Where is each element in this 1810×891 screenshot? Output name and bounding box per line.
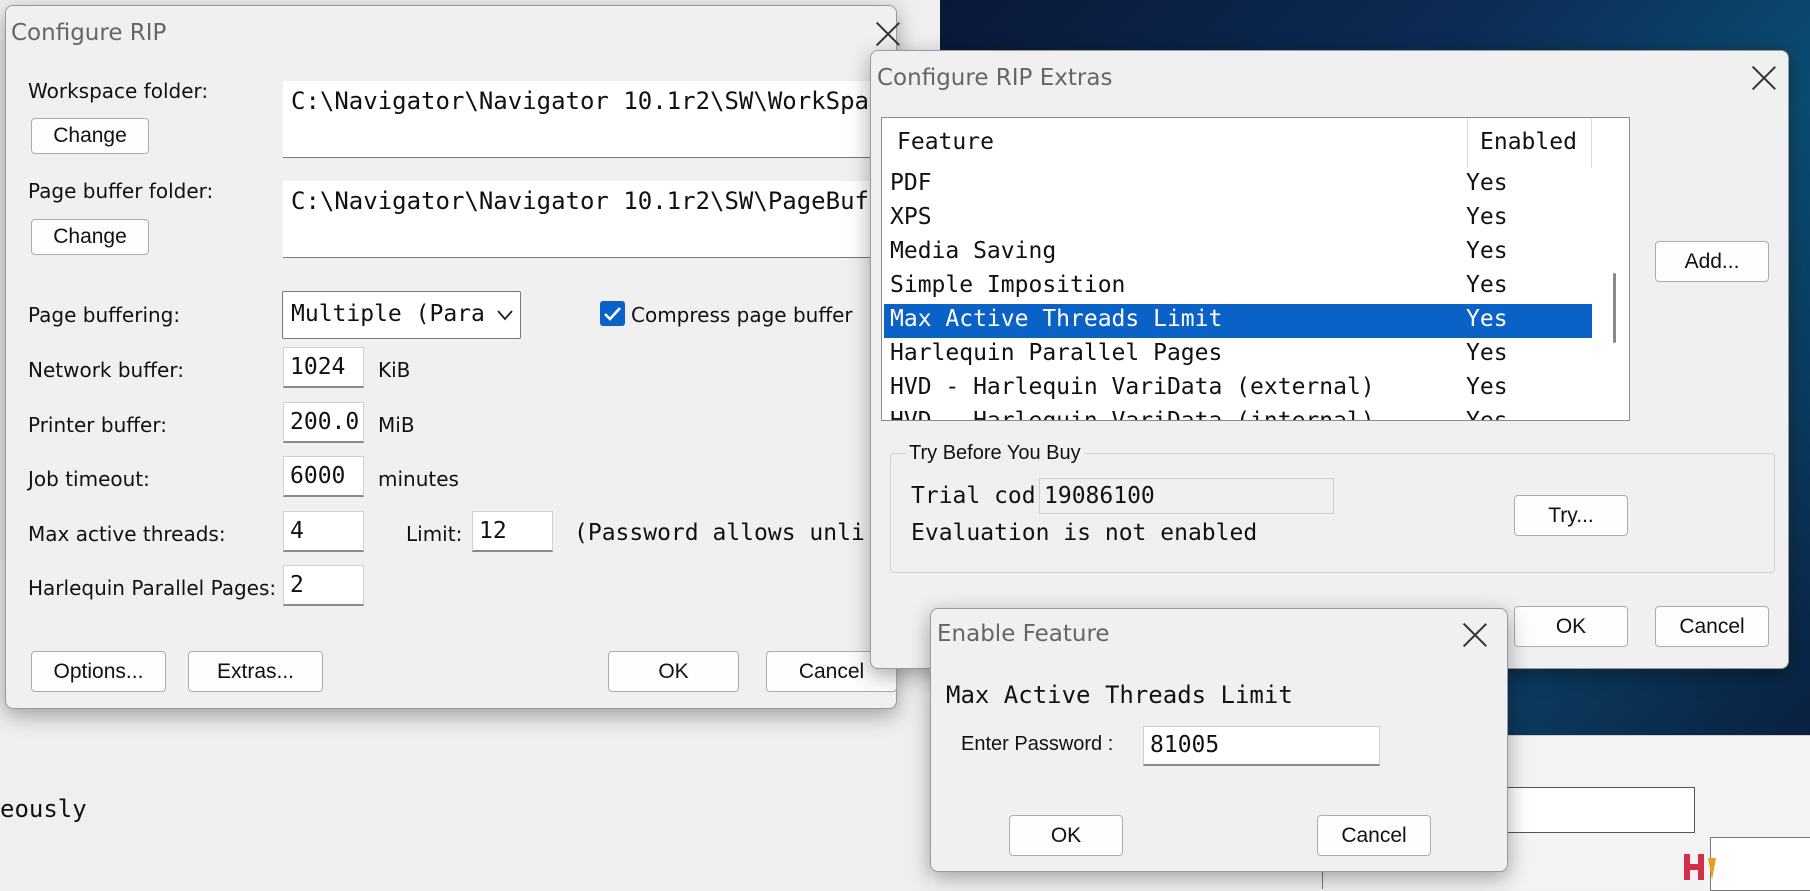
page-buffering-value: Multiple (Para — [291, 301, 485, 327]
network-unit: KiB — [378, 358, 411, 382]
background-text: eously — [0, 795, 87, 823]
compress-label: Compress page buffer — [631, 303, 853, 327]
pagebuffer-label: Page buffer folder: — [28, 179, 214, 203]
list-header: Feature Enabled — [882, 118, 1592, 168]
page-buffering-label: Page buffering: — [28, 303, 181, 327]
enabled-cell: Yes — [1466, 408, 1508, 421]
trial-code-field: 19086100 — [1039, 478, 1334, 514]
enabled-cell: Yes — [1466, 204, 1508, 230]
limit-input[interactable]: 12 — [472, 511, 553, 552]
watermark-logo — [1680, 848, 1810, 889]
feature-name: Max Active Threads Limit — [946, 681, 1293, 709]
printer-buffer-label: Printer buffer: — [28, 413, 167, 437]
job-timeout-input[interactable]: 6000 — [283, 456, 364, 497]
enabled-cell: Yes — [1466, 340, 1508, 366]
pagebuffer-path-field[interactable]: C:\Navigator\Navigator 10.1r2\SW\PageBuf… — [283, 181, 896, 258]
parallel-pages-label: Harlequin Parallel Pages: — [28, 576, 277, 600]
column-divider — [1591, 118, 1592, 168]
try-button[interactable]: Try... — [1514, 495, 1628, 536]
password-label: Enter Password : — [961, 733, 1114, 755]
max-threads-label: Max active threads: — [28, 522, 226, 546]
dialog-title: Enable Feature — [937, 621, 1110, 647]
ok-button[interactable]: OK — [608, 651, 739, 692]
feature-cell: Max Active Threads Limit — [890, 306, 1223, 332]
enabled-cell: Yes — [1466, 306, 1508, 332]
table-row[interactable]: Max Active Threads Limit Yes — [884, 304, 1592, 338]
column-divider — [1467, 118, 1468, 168]
table-row[interactable]: HVD - Harlequin VariData (external) Yes — [884, 372, 1592, 406]
workspace-change-button[interactable]: Change — [31, 118, 149, 154]
dialog-title: Configure RIP Extras — [877, 65, 1113, 91]
password-input[interactable]: 81005 — [1143, 726, 1380, 766]
feature-cell: Simple Imposition — [890, 272, 1126, 298]
network-buffer-label: Network buffer: — [28, 358, 184, 382]
table-row[interactable]: Harlequin Parallel Pages Yes — [884, 338, 1592, 372]
trial-group-label: Try Before You Buy — [906, 442, 1084, 465]
printer-unit: MiB — [378, 413, 415, 437]
printer-buffer-input[interactable]: 200.0 — [283, 402, 364, 443]
add-button[interactable]: Add... — [1655, 241, 1769, 282]
scrollbar-thumb[interactable] — [1613, 273, 1616, 343]
configure-rip-dialog: Configure RIP Workspace folder: Change C… — [5, 5, 897, 709]
logo-icon — [1684, 854, 1716, 880]
feature-list[interactable]: Feature Enabled PDF Yes XPS Yes Media Saving… — [881, 117, 1630, 421]
chevron-down-icon — [497, 310, 513, 321]
network-buffer-input[interactable]: 1024 — [283, 347, 364, 388]
enable-feature-dialog: Enable Feature Max Active Threads Limit … — [930, 608, 1508, 872]
enabled-cell: Yes — [1466, 272, 1508, 298]
page-buffering-select[interactable]: Multiple (Para — [282, 291, 521, 339]
feature-cell: PDF — [890, 170, 932, 196]
close-icon[interactable] — [1461, 621, 1489, 649]
limit-label: Limit: — [406, 522, 463, 546]
compress-checkbox[interactable] — [600, 301, 625, 326]
workspace-label: Workspace folder: — [28, 79, 209, 103]
column-header-feature[interactable]: Feature — [897, 129, 994, 155]
enabled-cell: Yes — [1466, 170, 1508, 196]
evaluation-status: Evaluation is not enabled — [911, 520, 1258, 546]
ok-button[interactable]: OK — [1514, 606, 1628, 647]
table-row[interactable]: Simple Imposition Yes — [884, 270, 1592, 304]
close-icon[interactable] — [1750, 64, 1778, 92]
timeout-unit: minutes — [378, 467, 459, 491]
dialog-title: Configure RIP — [11, 20, 167, 46]
feature-cell: Media Saving — [890, 238, 1057, 264]
password-note: (Password allows unli — [574, 520, 865, 546]
column-header-enabled[interactable]: Enabled — [1480, 129, 1577, 155]
table-row[interactable]: HVD - Harlequin VariData (internal) Yes — [884, 406, 1592, 421]
job-timeout-label: Job timeout: — [28, 467, 150, 491]
close-icon[interactable] — [874, 20, 902, 48]
feature-cell: HVD - Harlequin VariData (external) — [890, 374, 1375, 400]
ok-button[interactable]: OK — [1009, 815, 1123, 856]
feature-cell: HVD - Harlequin VariData (internal) — [890, 408, 1375, 421]
options-button[interactable]: Options... — [31, 651, 166, 692]
extras-button[interactable]: Extras... — [188, 651, 323, 692]
workspace-path-field[interactable]: C:\Navigator\Navigator 10.1r2\SW\WorkSpa… — [283, 81, 896, 158]
cancel-button[interactable]: Cancel — [1317, 815, 1431, 856]
enabled-cell: Yes — [1466, 238, 1508, 264]
feature-cell: XPS — [890, 204, 932, 230]
parallel-pages-input[interactable]: 2 — [283, 565, 364, 606]
feature-cell: Harlequin Parallel Pages — [890, 340, 1223, 366]
max-threads-input[interactable]: 4 — [283, 511, 364, 552]
trial-code-label: Trial cod — [911, 483, 1036, 509]
cancel-button[interactable]: Cancel — [1655, 606, 1769, 647]
pagebuffer-change-button[interactable]: Change — [31, 219, 149, 255]
enabled-cell: Yes — [1466, 374, 1508, 400]
table-row[interactable]: XPS Yes — [884, 202, 1592, 236]
table-row[interactable]: Media Saving Yes — [884, 236, 1592, 270]
checkmark-icon — [604, 307, 621, 321]
background-field — [1503, 787, 1695, 833]
table-row[interactable]: PDF Yes — [884, 168, 1592, 202]
